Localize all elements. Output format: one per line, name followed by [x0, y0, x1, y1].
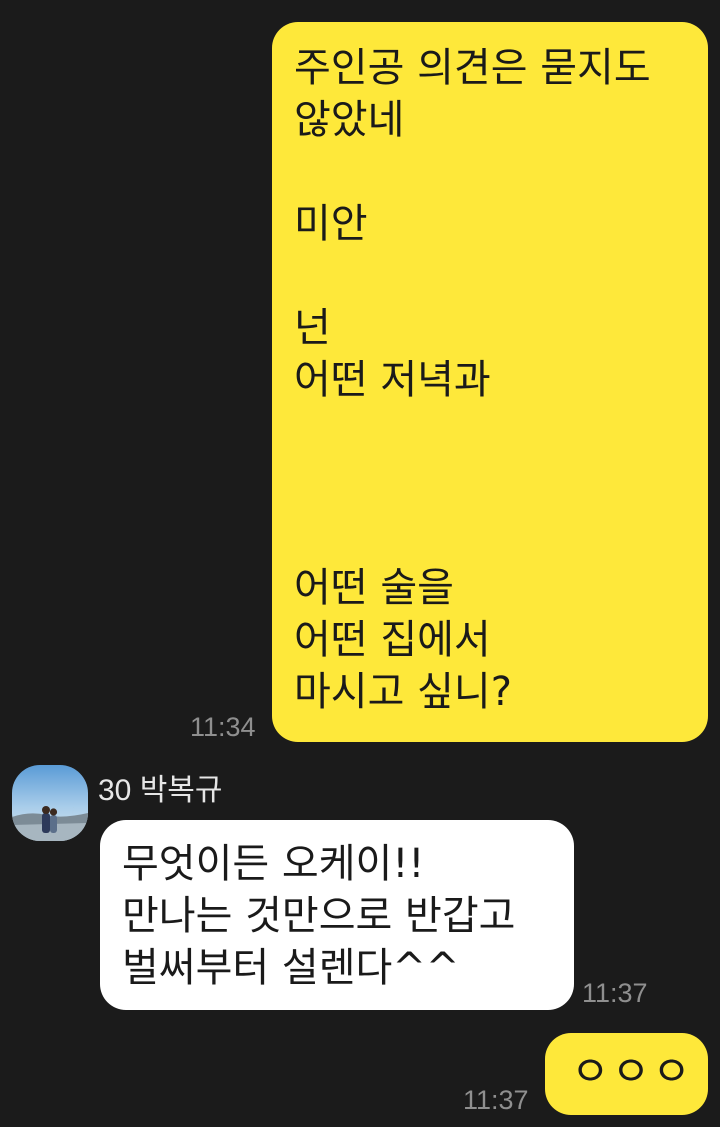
message-bubble-incoming[interactable]: 무엇이든 오케이!! 만나는 것만으로 반갑고 벌써부터 설렌다^^: [100, 820, 574, 1010]
message-bubble-outgoing[interactable]: ㅇㅇㅇ: [545, 1033, 708, 1115]
profile-photo-avatar: [12, 765, 88, 841]
message-timestamp: 11:37: [463, 1085, 529, 1115]
message-timestamp: 11:37: [582, 978, 648, 1008]
sender-name: 30 박복규: [98, 774, 223, 807]
message-timestamp: 11:34: [190, 712, 256, 742]
avatar[interactable]: [12, 765, 88, 841]
message-bubble-outgoing[interactable]: 주인공 의견은 묻지도 않았네 미안 넌 어떤 저녁과 어떤 술을 어떤 집에서…: [272, 22, 708, 742]
